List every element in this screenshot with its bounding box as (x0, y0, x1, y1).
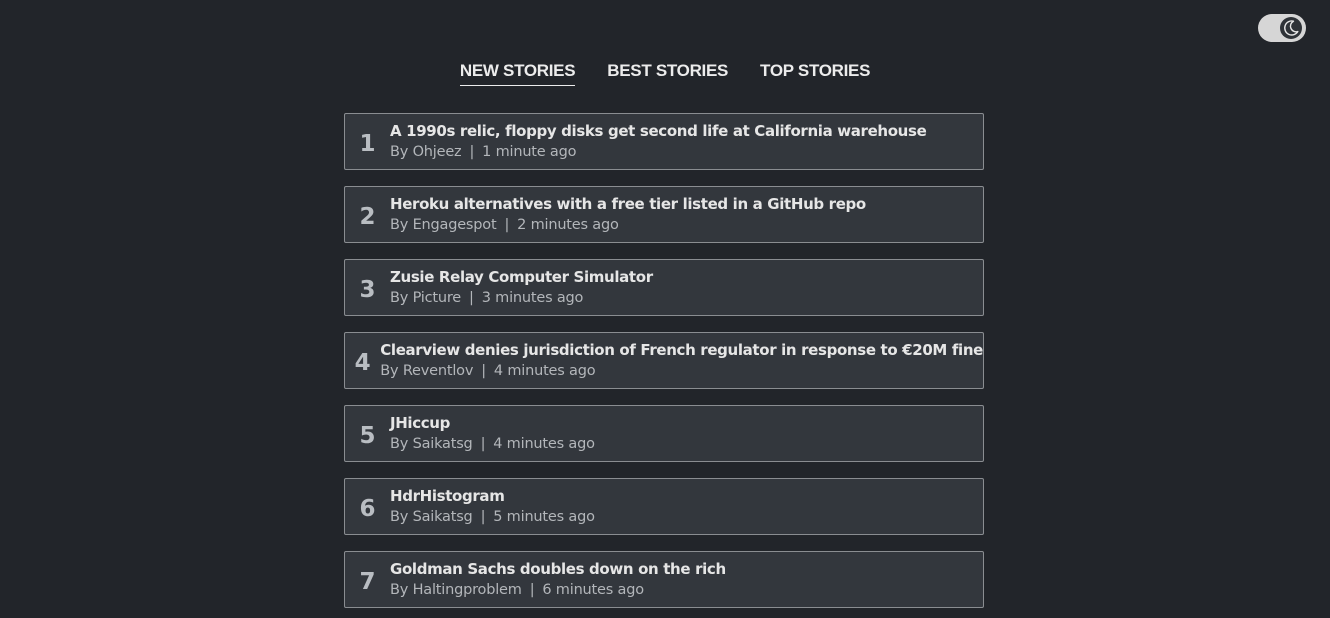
meta-separator: | (529, 581, 535, 598)
story-item[interactable]: 7 Goldman Sachs doubles down on the rich… (344, 551, 984, 608)
by-label: By (390, 216, 409, 233)
story-meta: By Saikatsg | 5 minutes ago (390, 506, 595, 528)
moon-icon (1282, 19, 1300, 37)
story-time: 2 minutes ago (517, 216, 619, 233)
story-item[interactable]: 1 A 1990s relic, floppy disks get second… (344, 113, 984, 170)
story-meta: By Ohjeez | 1 minute ago (390, 141, 926, 163)
tab-top-stories[interactable]: TOP STORIES (760, 60, 870, 86)
story-time: 3 minutes ago (481, 289, 584, 306)
by-label: By (390, 143, 409, 160)
toggle-knob (1280, 17, 1302, 39)
story-author: Saikatsg (412, 435, 473, 452)
story-rank: 6 (359, 495, 376, 522)
story-meta: By Saikatsg | 4 minutes ago (390, 433, 595, 455)
story-body: A 1990s relic, floppy disks get second l… (390, 121, 927, 163)
story-author: Engagespot (412, 216, 497, 233)
by-label: By (390, 508, 409, 525)
story-title-link[interactable]: Zusie Relay Computer Simulator (390, 267, 653, 287)
story-meta: By Engagespot | 2 minutes ago (390, 214, 866, 236)
story-body: Zusie Relay Computer Simulator By Pictur… (390, 267, 653, 309)
story-rank: 2 (359, 203, 376, 230)
story-title-link[interactable]: Heroku alternatives with a free tier lis… (390, 194, 866, 214)
story-rank: 1 (359, 130, 376, 157)
story-item[interactable]: 2 Heroku alternatives with a free tier l… (344, 186, 984, 243)
story-rank: 5 (359, 422, 376, 449)
meta-separator: | (480, 435, 486, 452)
story-title-link[interactable]: JHiccup (390, 413, 595, 433)
story-author: Reventlov (402, 362, 474, 379)
story-time: 4 minutes ago (493, 435, 595, 452)
by-label: By (390, 581, 409, 598)
story-tabs: NEW STORIES BEST STORIES TOP STORIES (0, 60, 1330, 86)
by-label: By (390, 435, 409, 452)
story-title-link[interactable]: A 1990s relic, floppy disks get second l… (390, 121, 927, 141)
tab-best-stories[interactable]: BEST STORIES (607, 60, 728, 86)
story-time: 4 minutes ago (493, 362, 596, 379)
story-title-link[interactable]: Goldman Sachs doubles down on the rich (390, 559, 726, 579)
story-rank: 3 (359, 276, 376, 303)
by-label: By (380, 362, 399, 379)
story-rank: 4 (354, 349, 371, 376)
by-label: By (390, 289, 409, 306)
meta-separator: | (481, 362, 486, 379)
story-author: Ohjeez (412, 143, 462, 160)
tab-new-stories[interactable]: NEW STORIES (459, 60, 576, 86)
story-item[interactable]: 3 Zusie Relay Computer Simulator By Pict… (344, 259, 984, 316)
meta-separator: | (504, 216, 510, 233)
story-meta: By Reventlov | 4 minutes ago (380, 360, 983, 382)
meta-separator: | (480, 508, 486, 525)
story-time: 5 minutes ago (493, 508, 595, 525)
story-body: HdrHistogram By Saikatsg | 5 minutes ago (390, 486, 595, 528)
story-item[interactable]: 6 HdrHistogram By Saikatsg | 5 minutes ago (344, 478, 984, 535)
story-body: Goldman Sachs doubles down on the rich B… (390, 559, 726, 601)
story-body: Heroku alternatives with a free tier lis… (390, 194, 866, 236)
story-body: Clearview denies jurisdiction of French … (380, 340, 983, 382)
story-rank: 7 (359, 568, 376, 595)
story-author: Haltingproblem (412, 581, 522, 598)
page: NEW STORIES BEST STORIES TOP STORIES 1 A… (0, 0, 1330, 618)
story-meta: By Haltingproblem | 6 minutes ago (390, 579, 726, 601)
story-list: 1 A 1990s relic, floppy disks get second… (344, 113, 984, 618)
story-meta: By Picture | 3 minutes ago (390, 287, 653, 309)
story-title-link[interactable]: Clearview denies jurisdiction of French … (380, 340, 983, 360)
story-time: 1 minute ago (482, 143, 577, 160)
story-item[interactable]: 5 JHiccup By Saikatsg | 4 minutes ago (344, 405, 984, 462)
story-author: Saikatsg (412, 508, 473, 525)
theme-toggle[interactable] (1258, 14, 1306, 42)
story-title-link[interactable]: HdrHistogram (390, 486, 595, 506)
meta-separator: | (469, 289, 474, 306)
meta-separator: | (469, 143, 475, 160)
story-author: Picture (412, 289, 462, 306)
story-item[interactable]: 4 Clearview denies jurisdiction of Frenc… (344, 332, 984, 389)
story-body: JHiccup By Saikatsg | 4 minutes ago (390, 413, 595, 455)
story-time: 6 minutes ago (542, 581, 644, 598)
